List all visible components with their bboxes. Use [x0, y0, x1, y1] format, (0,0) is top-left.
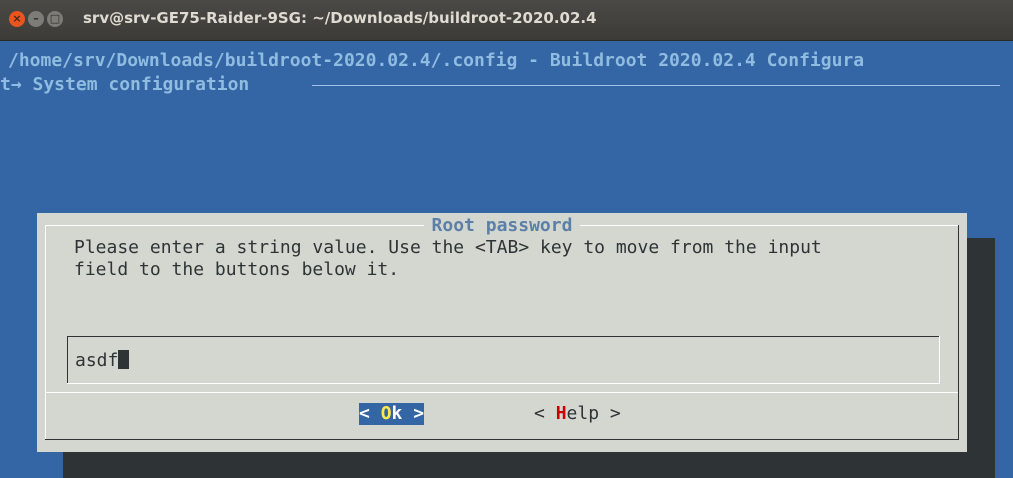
- help-button-hotkey: H: [555, 403, 567, 424]
- config-path-header: /home/srv/Downloads/buildroot-2020.02.4/…: [8, 50, 865, 71]
- terminal-area[interactable]: /home/srv/Downloads/buildroot-2020.02.4/…: [0, 41, 1013, 478]
- help-button-label: elp: [566, 403, 600, 424]
- ok-button-right-bracket: >: [402, 403, 425, 424]
- close-icon[interactable]: ×: [9, 11, 25, 27]
- help-button-left-bracket: <: [534, 403, 556, 424]
- root-password-dialog: Root password Please enter a string valu…: [37, 213, 967, 452]
- breadcrumb: t→ System configuration: [0, 74, 250, 95]
- password-input-field[interactable]: asdf: [75, 350, 130, 372]
- ok-button-label: k: [391, 403, 403, 424]
- text-cursor: [118, 350, 130, 369]
- password-input-box[interactable]: asdf: [67, 336, 940, 384]
- breadcrumb-row: t→ System configuration: [0, 74, 1013, 96]
- help-button[interactable]: < Help >: [534, 403, 621, 425]
- minimize-icon[interactable]: –: [28, 11, 44, 27]
- breadcrumb-divider: [312, 85, 1000, 86]
- window-title: srv@srv-GE75-Raider-9SG: ~/Downloads/bui…: [83, 9, 597, 27]
- password-input-value: asdf: [75, 350, 119, 371]
- help-button-right-bracket: >: [599, 403, 621, 424]
- input-border-top: [67, 336, 940, 337]
- dialog-buttons: < Ok > < Help >: [37, 403, 967, 427]
- input-border-left: [67, 336, 68, 384]
- dialog-title-text: Root password: [423, 215, 581, 236]
- ok-button-hotkey: O: [380, 403, 392, 424]
- dialog-button-separator: [45, 392, 959, 393]
- maximize-icon[interactable]: □: [47, 11, 63, 27]
- dialog-frame-bottom: [45, 439, 959, 440]
- input-border-right: [939, 336, 940, 384]
- ok-button-left-bracket: <: [359, 403, 381, 424]
- window-titlebar: × – □ srv@srv-GE75-Raider-9SG: ~/Downloa…: [0, 0, 1013, 41]
- dialog-title: Root password: [37, 215, 967, 236]
- ok-button[interactable]: < Ok >: [359, 403, 425, 425]
- dialog-prompt: Please enter a string value. Use the <TA…: [74, 237, 822, 280]
- dialog-separator-tick: [958, 385, 959, 393]
- input-border-bottom: [67, 383, 940, 384]
